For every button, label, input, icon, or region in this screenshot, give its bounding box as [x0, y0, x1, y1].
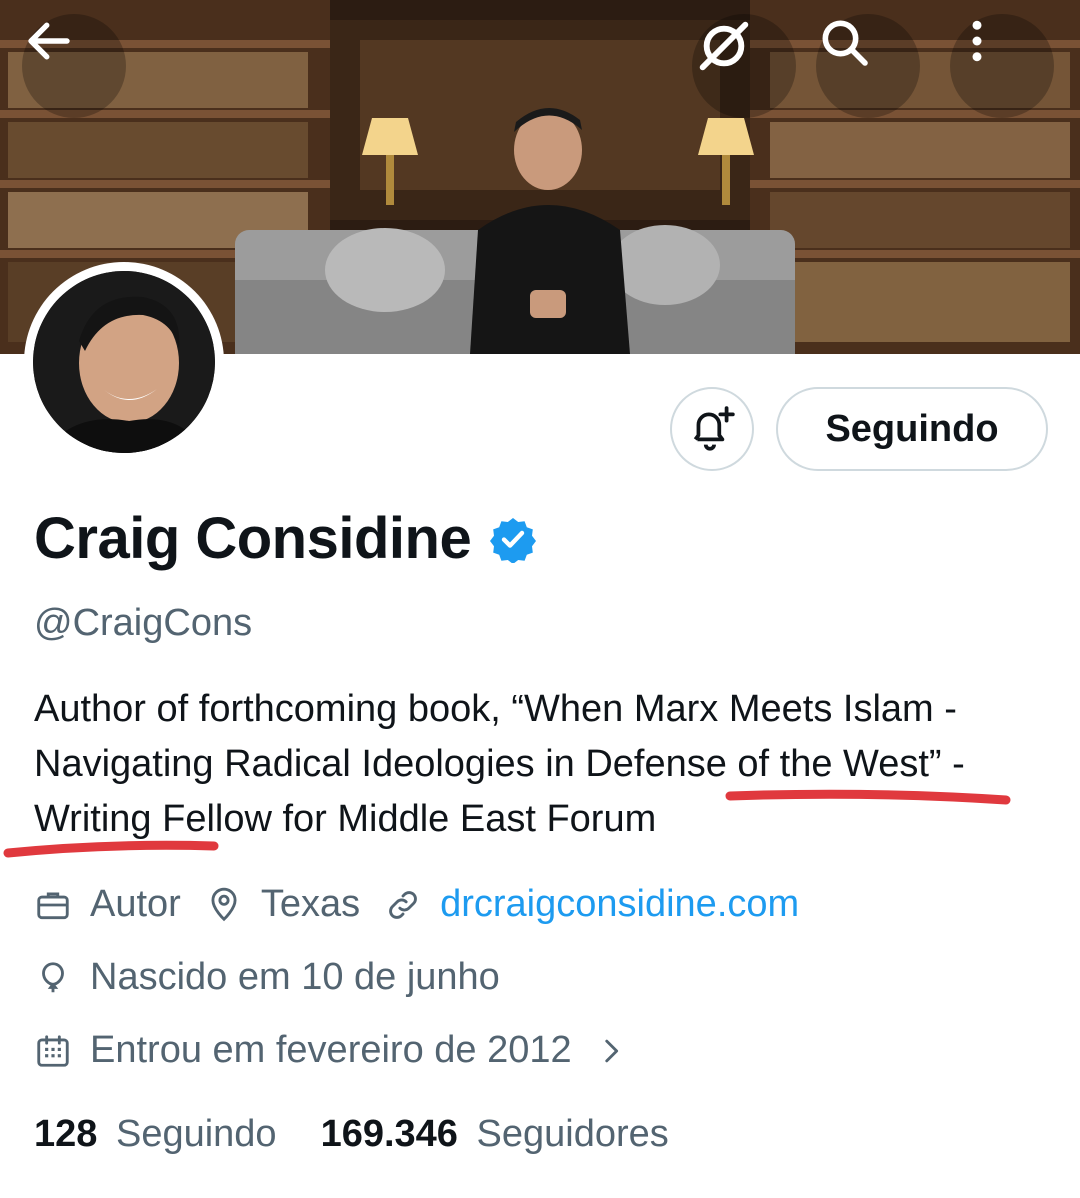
user-handle: @CraigCons [34, 602, 253, 644]
grok-button[interactable] [692, 14, 796, 118]
more-vertical-icon [972, 20, 982, 62]
meta-row-2: Nascido em 10 de junho [34, 956, 524, 999]
more-button[interactable] [950, 14, 1054, 118]
calendar-icon [37, 1034, 69, 1067]
bio-text: Author of forthcoming book, “When Marx M… [34, 688, 965, 840]
location-text: Texas [260, 883, 361, 925]
bell-plus-icon [693, 406, 735, 451]
avatar[interactable] [24, 262, 224, 462]
location-pin-icon [211, 887, 237, 921]
notifications-button[interactable] [670, 387, 754, 471]
arrow-left-icon [28, 22, 70, 60]
followers-label: Seguidores [476, 1113, 669, 1155]
location-item: Texas [205, 883, 360, 926]
briefcase-icon [37, 891, 69, 919]
balloon-icon [42, 961, 64, 992]
website-item[interactable]: drcraigconsidine.com [384, 883, 799, 926]
following-stat[interactable]: 128 Seguindo [34, 1113, 277, 1156]
following-label: Seguindo [115, 1113, 277, 1155]
profession-item: Autor [34, 883, 181, 926]
joined-text: Entrou em fevereiro de 2012 [90, 1029, 572, 1071]
birthday-item: Nascido em 10 de junho [34, 956, 500, 999]
link-icon [389, 890, 417, 919]
website-link[interactable]: drcraigconsidine.com [440, 883, 799, 926]
avatar-image [33, 271, 215, 453]
chevron-right-icon [604, 1039, 618, 1062]
joined-item[interactable]: Entrou em fevereiro de 2012 [34, 1029, 646, 1072]
following-button[interactable]: Seguindo [776, 387, 1048, 471]
followers-stat[interactable]: 169.346 Seguidores [321, 1113, 669, 1156]
meta-row-1: Autor Texas drcraigconsidine.com [34, 883, 823, 926]
birthday-text: Nascido em 10 de junho [90, 956, 500, 998]
name-row: Craig Considine [34, 505, 537, 572]
verified-badge-icon[interactable] [489, 515, 537, 563]
search-icon [822, 20, 868, 66]
followers-count: 169.346 [320, 1113, 458, 1155]
meta-row-3[interactable]: Entrou em fevereiro de 2012 [34, 1029, 670, 1072]
follow-stats: 128 Seguindo 169.346 Seguidores [34, 1113, 713, 1156]
back-button[interactable] [22, 14, 126, 118]
display-name: Craig Considine [34, 506, 472, 571]
profession-text: Autor [90, 883, 181, 925]
grok-icon [699, 21, 749, 71]
profile-page: Seguindo Craig Considine @CraigCons Auth… [0, 0, 1080, 1198]
search-button[interactable] [816, 14, 920, 118]
following-count: 128 [34, 1113, 98, 1155]
